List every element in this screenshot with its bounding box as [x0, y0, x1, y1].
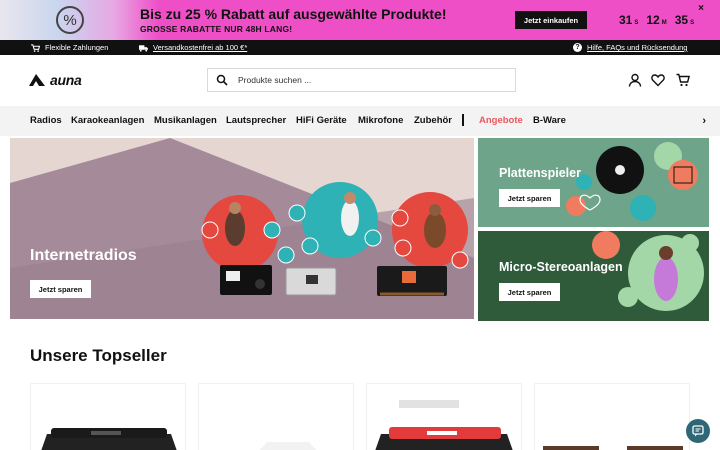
search-icon[interactable] — [216, 74, 228, 86]
countdown-value: 31 — [619, 13, 633, 27]
micro-stereo-title: Micro-Stereoanlagen — [499, 260, 623, 274]
micro-stereo-cta-button[interactable]: Jetzt sparen — [499, 283, 560, 301]
promo-subtitle: GROSSE RABATTE NUR 48H LANG! — [140, 24, 293, 34]
nav-separator — [462, 114, 464, 126]
chat-button[interactable] — [686, 419, 710, 443]
search-bar[interactable] — [207, 68, 516, 92]
hero-title: Internetradios — [30, 247, 137, 264]
nav-item-b-ware[interactable]: B-Ware — [533, 115, 566, 126]
chevron-right-icon[interactable]: › — [702, 115, 706, 127]
nav-item-angebote[interactable]: Angebote — [479, 115, 523, 126]
chat-icon — [692, 425, 704, 437]
plattenspieler-illustration — [566, 142, 698, 221]
product-image — [543, 446, 683, 450]
heart-icon[interactable] — [651, 73, 665, 87]
cart-small-icon — [31, 43, 40, 52]
product-image — [259, 442, 317, 450]
help-link[interactable]: ? Hilfe, FAQs und Rücksendung — [573, 43, 687, 52]
nav-item-musikanlagen[interactable]: Musikanlagen — [154, 115, 217, 126]
hero-banner-internetradios[interactable]: Internetradios Jetzt sparen — [10, 138, 474, 319]
user-icon[interactable] — [628, 73, 642, 87]
micro-stereo-illustration — [592, 231, 704, 311]
nav-item-radios[interactable]: Radios — [30, 115, 62, 126]
plattenspieler-title: Plattenspieler — [499, 166, 581, 180]
logo-mark-icon — [29, 74, 45, 86]
banner-plattenspieler[interactable]: Plattenspieler Jetzt sparen — [478, 138, 709, 227]
hero-cta-button[interactable]: Jetzt sparen — [30, 280, 91, 298]
nav-item-mikrofone[interactable]: Mikrofone — [358, 115, 403, 126]
banner-micro-stereoanlagen[interactable]: Micro-Stereoanlagen Jetzt sparen — [478, 231, 709, 321]
nav-item-lautsprecher[interactable]: Lautsprecher — [226, 115, 286, 126]
product-card[interactable] — [366, 383, 522, 450]
topseller-heading: Unsere Topseller — [30, 346, 167, 365]
countdown-value: 35 — [674, 13, 689, 27]
close-icon[interactable]: × — [698, 3, 704, 14]
percent-icon: % — [56, 6, 84, 34]
product-card[interactable] — [534, 383, 690, 450]
product-image — [41, 428, 177, 450]
product-image — [375, 400, 513, 450]
flexible-payment-info[interactable]: Flexible Zahlungen — [31, 43, 108, 52]
auna-logo[interactable]: auna — [28, 72, 82, 88]
help-label: Hilfe, FAQs und Rücksendung — [587, 43, 688, 52]
info-bar: Flexible Zahlungen Versandkostenfrei ab … — [0, 40, 720, 55]
logo-text: auna — [50, 72, 82, 88]
product-card[interactable] — [30, 383, 186, 450]
countdown-unit: M — [661, 20, 667, 26]
nav-item-karaokeanlagen[interactable]: Karaokeanlagen — [71, 115, 144, 126]
plattenspieler-cta-button[interactable]: Jetzt sparen — [499, 189, 560, 207]
search-input[interactable] — [238, 72, 508, 88]
nav-item-zubehoer[interactable]: Zubehör — [414, 115, 452, 126]
product-card[interactable] — [198, 383, 354, 450]
help-icon: ? — [573, 43, 582, 52]
free-shipping-link[interactable]: Versandkostenfrei ab 100 €* — [139, 43, 247, 52]
promo-banner: % Bis zu 25 % Rabatt auf ausgewählte Pro… — [0, 0, 720, 40]
promo-title: Bis zu 25 % Rabatt auf ausgewählte Produ… — [140, 6, 447, 22]
percent-symbol: % — [63, 11, 77, 29]
category-nav: Radios Karaokeanlagen Musikanlagen Lauts… — [0, 106, 720, 136]
countdown-value: 12 — [646, 13, 660, 27]
truck-icon — [139, 44, 148, 52]
countdown-unit: S — [690, 20, 695, 26]
shipping-label: Versandkostenfrei ab 100 €* — [153, 43, 248, 52]
nav-item-hifi-geraete[interactable]: HiFi Geräte — [296, 115, 347, 126]
countdown-timer: 31 S 12 M 35 S — [619, 13, 700, 27]
shop-now-button[interactable]: Jetzt einkaufen — [515, 11, 587, 29]
countdown-unit: S — [634, 20, 639, 26]
payment-label: Flexible Zahlungen — [45, 43, 109, 52]
cart-icon[interactable] — [676, 73, 690, 87]
